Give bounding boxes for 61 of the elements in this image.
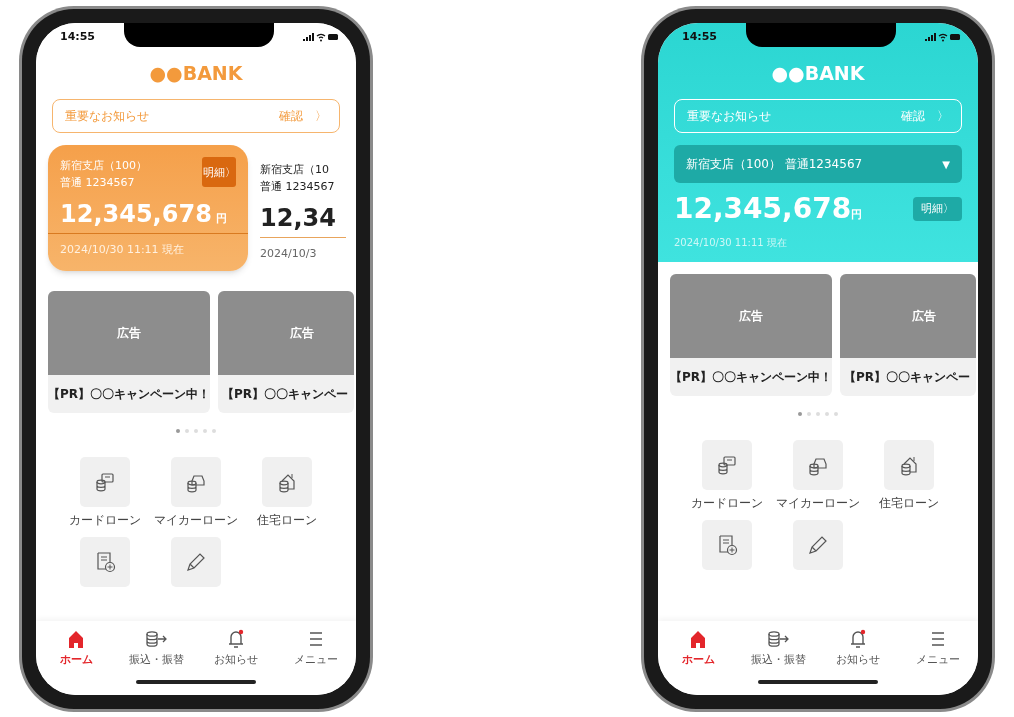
ad-title: 【PR】〇〇キャンペー (843, 369, 972, 386)
ad-title: 【PR】〇〇キャンペー (221, 385, 350, 403)
shortcut-label: 住宅ローン (256, 511, 317, 529)
shortcut-tile[interactable] (80, 536, 131, 587)
ad-card[interactable]: 広告 【PR】〇〇キャンペーン中！ (48, 290, 210, 413)
notice-action: 確認 〉 (279, 108, 327, 125)
shortcut-tile[interactable] (702, 440, 753, 490)
notice-action: 確認 〉 (901, 108, 949, 125)
nav-tab[interactable]: お知らせ (196, 629, 276, 669)
notice-label: 重要なお知らせ (687, 108, 771, 125)
account-card[interactable]: 新宿支店（100） 普通 1234567 明細〉 12,345,678 円 2024/10/30 11:11 現在 (48, 145, 248, 271)
shortcut-tile[interactable] (702, 520, 753, 570)
coins-arrow-icon[interactable] (145, 629, 167, 649)
balance-amount: 12,345,678円 (674, 195, 863, 223)
shortcut-tile[interactable] (883, 440, 934, 490)
shortcut-label: カードローン (691, 495, 764, 512)
updated-time: 2024/10/30 11:11 現在 (59, 242, 186, 258)
ad-label: 広告 (289, 324, 314, 342)
notice-label: 重要なお知らせ (65, 108, 149, 125)
ad-title: 【PR】〇〇キャンペーン中！ (48, 385, 210, 403)
nav-tab[interactable]: ホーム (36, 629, 116, 669)
ad-card[interactable]: 広告 【PR】〇〇キャンペー (218, 290, 354, 413)
nav-tab[interactable]: お知らせ (818, 629, 898, 669)
status-icons (302, 30, 340, 43)
nav-tab[interactable]: 振込・振替 (116, 629, 196, 669)
updated-time: 2024/10/30 11:11 現在 (674, 236, 788, 250)
branch-name: 新宿支店（100） (60, 158, 147, 174)
coins-arrow-icon[interactable] (767, 629, 789, 649)
account-card[interactable]: 新宿支店（10 普通 1234567 12,34 2024/10/3 (260, 145, 346, 271)
ad-title: 【PR】〇〇キャンペーン中！ (670, 369, 832, 386)
shortcut-label: マイカーローン (154, 511, 238, 529)
account-number: 普通 1234567 (60, 175, 136, 191)
shortcut-label: マイカーローン (776, 495, 860, 512)
shortcut-label: カードローン (69, 511, 142, 529)
nav-tab[interactable]: メニュー (898, 629, 978, 669)
shortcut-tile[interactable] (793, 520, 843, 570)
ad-label: 広告 (911, 308, 936, 325)
status-icons (924, 30, 962, 43)
status-time: 14:55 (60, 28, 95, 45)
updated-time: 2024/10/3 (260, 246, 318, 262)
shortcut-tile[interactable] (261, 456, 312, 507)
shortcut-tile[interactable] (171, 456, 221, 507)
nav-tab[interactable]: 振込・振替 (738, 629, 818, 669)
ad-card[interactable]: 広告 【PR】〇〇キャンペーン中！ (670, 274, 832, 396)
ad-label: 広告 (739, 308, 763, 325)
status-time: 14:55 (682, 28, 717, 45)
ad-card[interactable]: 広告 【PR】〇〇キャンペー (840, 274, 976, 396)
shortcut-tile[interactable] (171, 536, 221, 587)
account-number: 普通 1234567 (260, 179, 336, 195)
ad-label: 広告 (117, 324, 141, 342)
balance-amount: 12,345,678 円 (48, 191, 248, 234)
detail-button[interactable]: 明細〉 (202, 157, 236, 187)
shortcut-label: 住宅ローン (878, 495, 939, 512)
bank-logo: ●●BANK (149, 60, 243, 86)
balance-amount: 12,34 (260, 195, 346, 238)
nav-tab[interactable]: ホーム (658, 629, 738, 669)
nav-tab[interactable]: メニュー (276, 629, 356, 669)
branch-name: 新宿支店（10 (260, 162, 330, 178)
bank-logo: ●●BANK (771, 60, 865, 86)
shortcut-tile[interactable] (80, 456, 131, 507)
shortcut-tile[interactable] (793, 440, 843, 490)
